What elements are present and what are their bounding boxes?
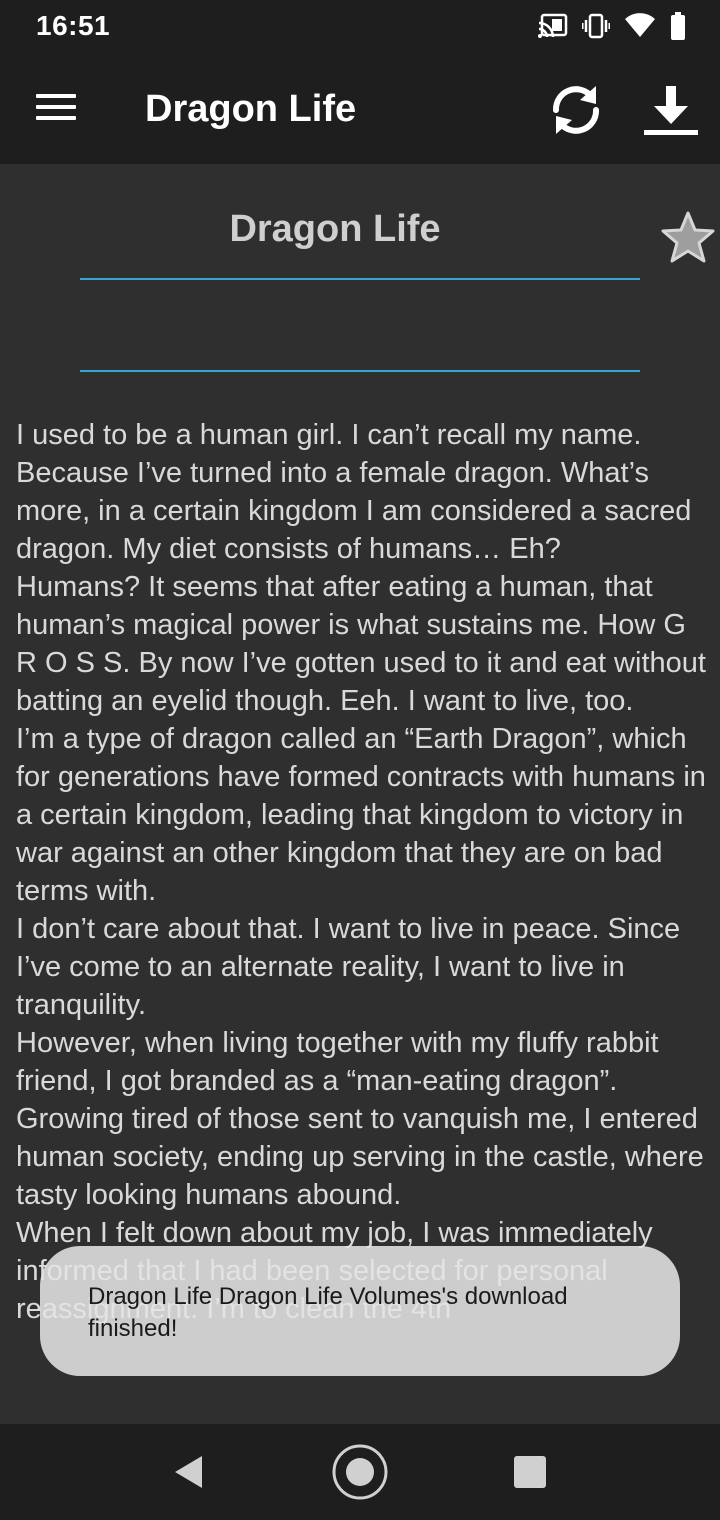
wifi-icon [625,13,655,38]
app-bar: Dragon Life [0,56,720,164]
status-bar: 16:51 [0,0,720,56]
back-icon[interactable] [172,1454,206,1490]
battery-icon [671,12,685,40]
app-title: Dragon Life [145,88,357,130]
home-icon[interactable] [331,1443,389,1501]
status-time: 16:51 [36,10,111,41]
sync-icon[interactable] [548,82,604,138]
cast-icon [538,13,568,38]
hamburger-menu-icon[interactable] [36,94,76,126]
book-detail: Dragon Life I used to be a human girl. I… [0,164,720,1424]
subtitle-divider [80,370,640,372]
book-title: Dragon Life [229,208,441,250]
toast-message: Dragon Life Dragon Life Volumes's downlo… [88,1283,568,1342]
synopsis-text: I used to be a human girl. I can’t recal… [16,419,706,1325]
status-icons [538,12,686,40]
title-divider [80,278,640,280]
download-toast: Dragon Life Dragon Life Volumes's downlo… [40,1246,680,1376]
recents-icon[interactable] [514,1456,546,1488]
system-nav-bar [0,1424,720,1520]
vibrate-icon [582,13,610,39]
star-icon[interactable] [660,210,716,264]
download-icon[interactable] [642,82,700,138]
